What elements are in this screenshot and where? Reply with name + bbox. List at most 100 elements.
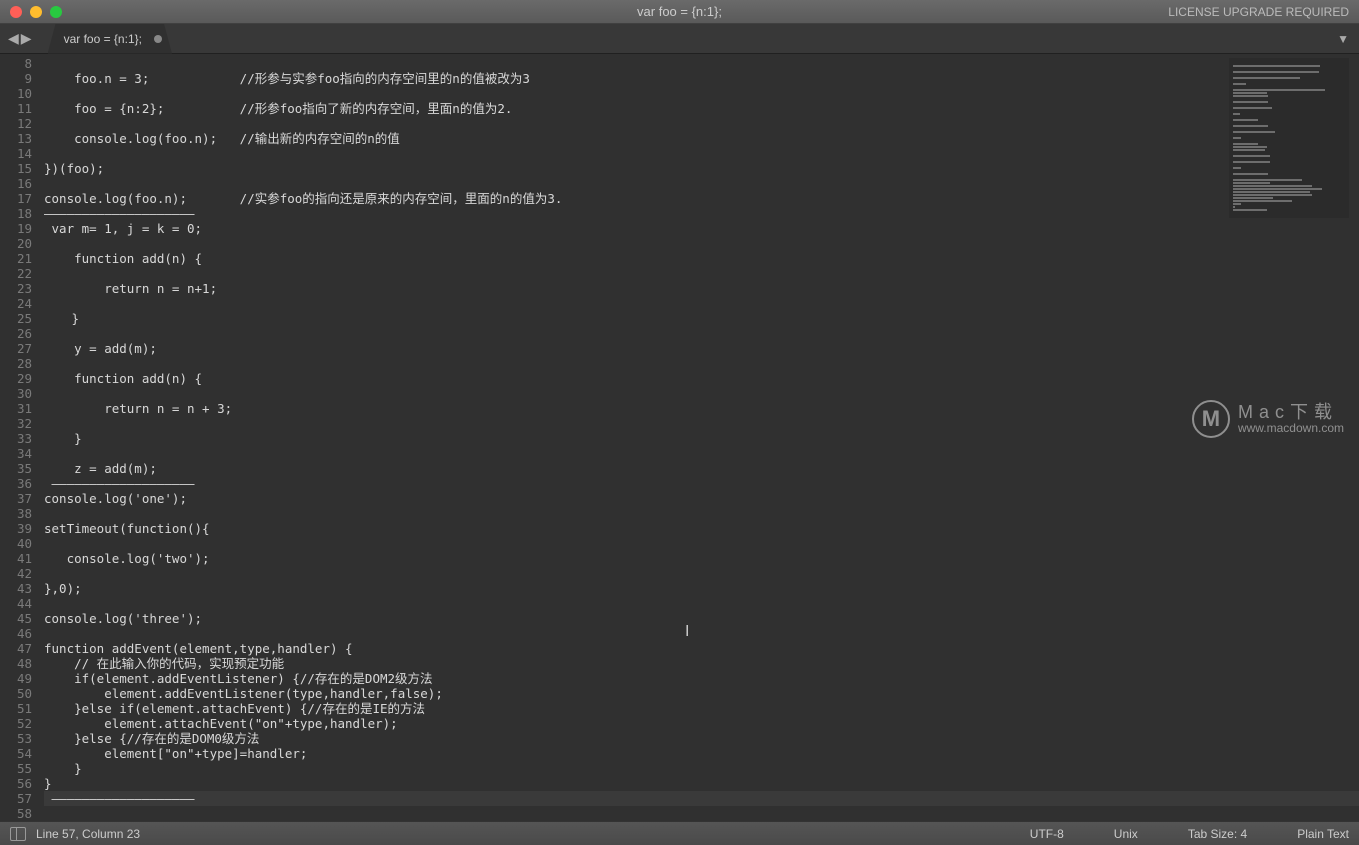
panel-switcher-icon[interactable]	[10, 827, 26, 841]
editor: 8910111213141516171819202122232425262728…	[0, 54, 1359, 821]
line-number: 48	[0, 656, 32, 671]
cursor-position[interactable]: Line 57, Column 23	[36, 827, 1030, 841]
window-title: var foo = {n:1};	[637, 4, 722, 19]
line-number: 43	[0, 581, 32, 596]
code-line[interactable]	[44, 326, 1359, 341]
status-bar: Line 57, Column 23 UTF-8 Unix Tab Size: …	[0, 821, 1359, 845]
line-number: 18	[0, 206, 32, 221]
code-line[interactable]: console.log(foo.n); //输出新的内存空间的n的值	[44, 131, 1359, 146]
code-line[interactable]: function addEvent(element,type,handler) …	[44, 641, 1359, 656]
line-number: 27	[0, 341, 32, 356]
code-line[interactable]	[44, 86, 1359, 101]
code-line[interactable]: element.attachEvent("on"+type,handler);	[44, 716, 1359, 731]
code-line[interactable]: }else {//存在的是DOM0级方法	[44, 731, 1359, 746]
code-line[interactable]	[44, 386, 1359, 401]
code-line[interactable]: function add(n) {	[44, 251, 1359, 266]
code-line[interactable]: console.log(foo.n); //实参foo的指向还是原来的内存空间，…	[44, 191, 1359, 206]
overflow-menu-icon[interactable]: ▼	[1337, 32, 1349, 46]
code-line[interactable]: return n = n + 3;	[44, 401, 1359, 416]
code-line[interactable]: z = add(m);	[44, 461, 1359, 476]
title-bar: var foo = {n:1}; LICENSE UPGRADE REQUIRE…	[0, 0, 1359, 24]
code-line[interactable]: },0);	[44, 581, 1359, 596]
tab-modified-indicator[interactable]	[154, 35, 162, 43]
encoding-selector[interactable]: UTF-8	[1030, 827, 1064, 841]
code-line[interactable]: }	[44, 776, 1359, 791]
line-number: 58	[0, 806, 32, 821]
tab-size-selector[interactable]: Tab Size: 4	[1188, 827, 1247, 841]
line-number: 47	[0, 641, 32, 656]
code-line[interactable]: return n = n+1;	[44, 281, 1359, 296]
code-line[interactable]	[44, 236, 1359, 251]
line-number: 54	[0, 746, 32, 761]
nav-forward-icon[interactable]: ▶	[21, 30, 32, 47]
code-line[interactable]: }	[44, 311, 1359, 326]
code-line[interactable]	[44, 596, 1359, 611]
line-number-gutter: 8910111213141516171819202122232425262728…	[0, 54, 44, 821]
code-line[interactable]	[44, 806, 1359, 821]
code-line[interactable]	[44, 566, 1359, 581]
code-line[interactable]: ———————————————————	[44, 791, 1359, 806]
code-line[interactable]: foo = {n:2}; //形参foo指向了新的内存空间，里面n的值为2.	[44, 101, 1359, 116]
minimize-window-button[interactable]	[30, 6, 42, 18]
line-number: 57	[0, 791, 32, 806]
code-line[interactable]: }else if(element.attachEvent) {//存在的是IE的…	[44, 701, 1359, 716]
license-warning: LICENSE UPGRADE REQUIRED	[1168, 5, 1349, 19]
code-line[interactable]	[44, 416, 1359, 431]
nav-back-icon[interactable]: ◀	[8, 30, 19, 47]
code-line[interactable]: function add(n) {	[44, 371, 1359, 386]
nav-arrows: ◀ ▶	[0, 30, 40, 47]
line-number: 51	[0, 701, 32, 716]
line-number: 52	[0, 716, 32, 731]
code-line[interactable]: }	[44, 431, 1359, 446]
code-line[interactable]: if(element.addEventListener) {//存在的是DOM2…	[44, 671, 1359, 686]
line-number: 10	[0, 86, 32, 101]
code-line[interactable]	[44, 626, 1359, 641]
line-number: 12	[0, 116, 32, 131]
line-endings-selector[interactable]: Unix	[1114, 827, 1138, 841]
code-line[interactable]	[44, 116, 1359, 131]
code-line[interactable]: console.log('three');	[44, 611, 1359, 626]
code-line[interactable]: foo.n = 3; //形参与实参foo指向的内存空间里的n的值被改为3	[44, 71, 1359, 86]
line-number: 30	[0, 386, 32, 401]
code-area[interactable]: foo.n = 3; //形参与实参foo指向的内存空间里的n的值被改为3 fo…	[44, 54, 1359, 821]
line-number: 32	[0, 416, 32, 431]
code-line[interactable]	[44, 266, 1359, 281]
minimap[interactable]	[1229, 58, 1349, 218]
file-tab[interactable]: var foo = {n:1};	[48, 24, 172, 54]
line-number: 28	[0, 356, 32, 371]
code-line[interactable]	[44, 176, 1359, 191]
code-line[interactable]	[44, 56, 1359, 71]
code-line[interactable]	[44, 296, 1359, 311]
code-line[interactable]: // 在此输入你的代码，实现预定功能	[44, 656, 1359, 671]
line-number: 41	[0, 551, 32, 566]
code-line[interactable]: var m= 1, j = k = 0;	[44, 221, 1359, 236]
code-line[interactable]: element.addEventListener(type,handler,fa…	[44, 686, 1359, 701]
code-line[interactable]: ———————————————————	[44, 476, 1359, 491]
code-line[interactable]: element["on"+type]=handler;	[44, 746, 1359, 761]
line-number: 56	[0, 776, 32, 791]
code-line[interactable]: y = add(m);	[44, 341, 1359, 356]
code-line[interactable]: })(foo);	[44, 161, 1359, 176]
line-number: 31	[0, 401, 32, 416]
code-line[interactable]	[44, 536, 1359, 551]
code-line[interactable]: console.log('one');	[44, 491, 1359, 506]
code-line[interactable]: ————————————————————	[44, 206, 1359, 221]
close-window-button[interactable]	[10, 6, 22, 18]
line-number: 21	[0, 251, 32, 266]
line-number: 19	[0, 221, 32, 236]
line-number: 35	[0, 461, 32, 476]
code-line[interactable]	[44, 356, 1359, 371]
line-number: 14	[0, 146, 32, 161]
syntax-selector[interactable]: Plain Text	[1297, 827, 1349, 841]
maximize-window-button[interactable]	[50, 6, 62, 18]
code-line[interactable]: console.log('two');	[44, 551, 1359, 566]
line-number: 36	[0, 476, 32, 491]
line-number: 34	[0, 446, 32, 461]
line-number: 39	[0, 521, 32, 536]
tab-label: var foo = {n:1};	[64, 32, 142, 46]
code-line[interactable]	[44, 446, 1359, 461]
code-line[interactable]	[44, 506, 1359, 521]
code-line[interactable]: }	[44, 761, 1359, 776]
code-line[interactable]	[44, 146, 1359, 161]
code-line[interactable]: setTimeout(function(){	[44, 521, 1359, 536]
